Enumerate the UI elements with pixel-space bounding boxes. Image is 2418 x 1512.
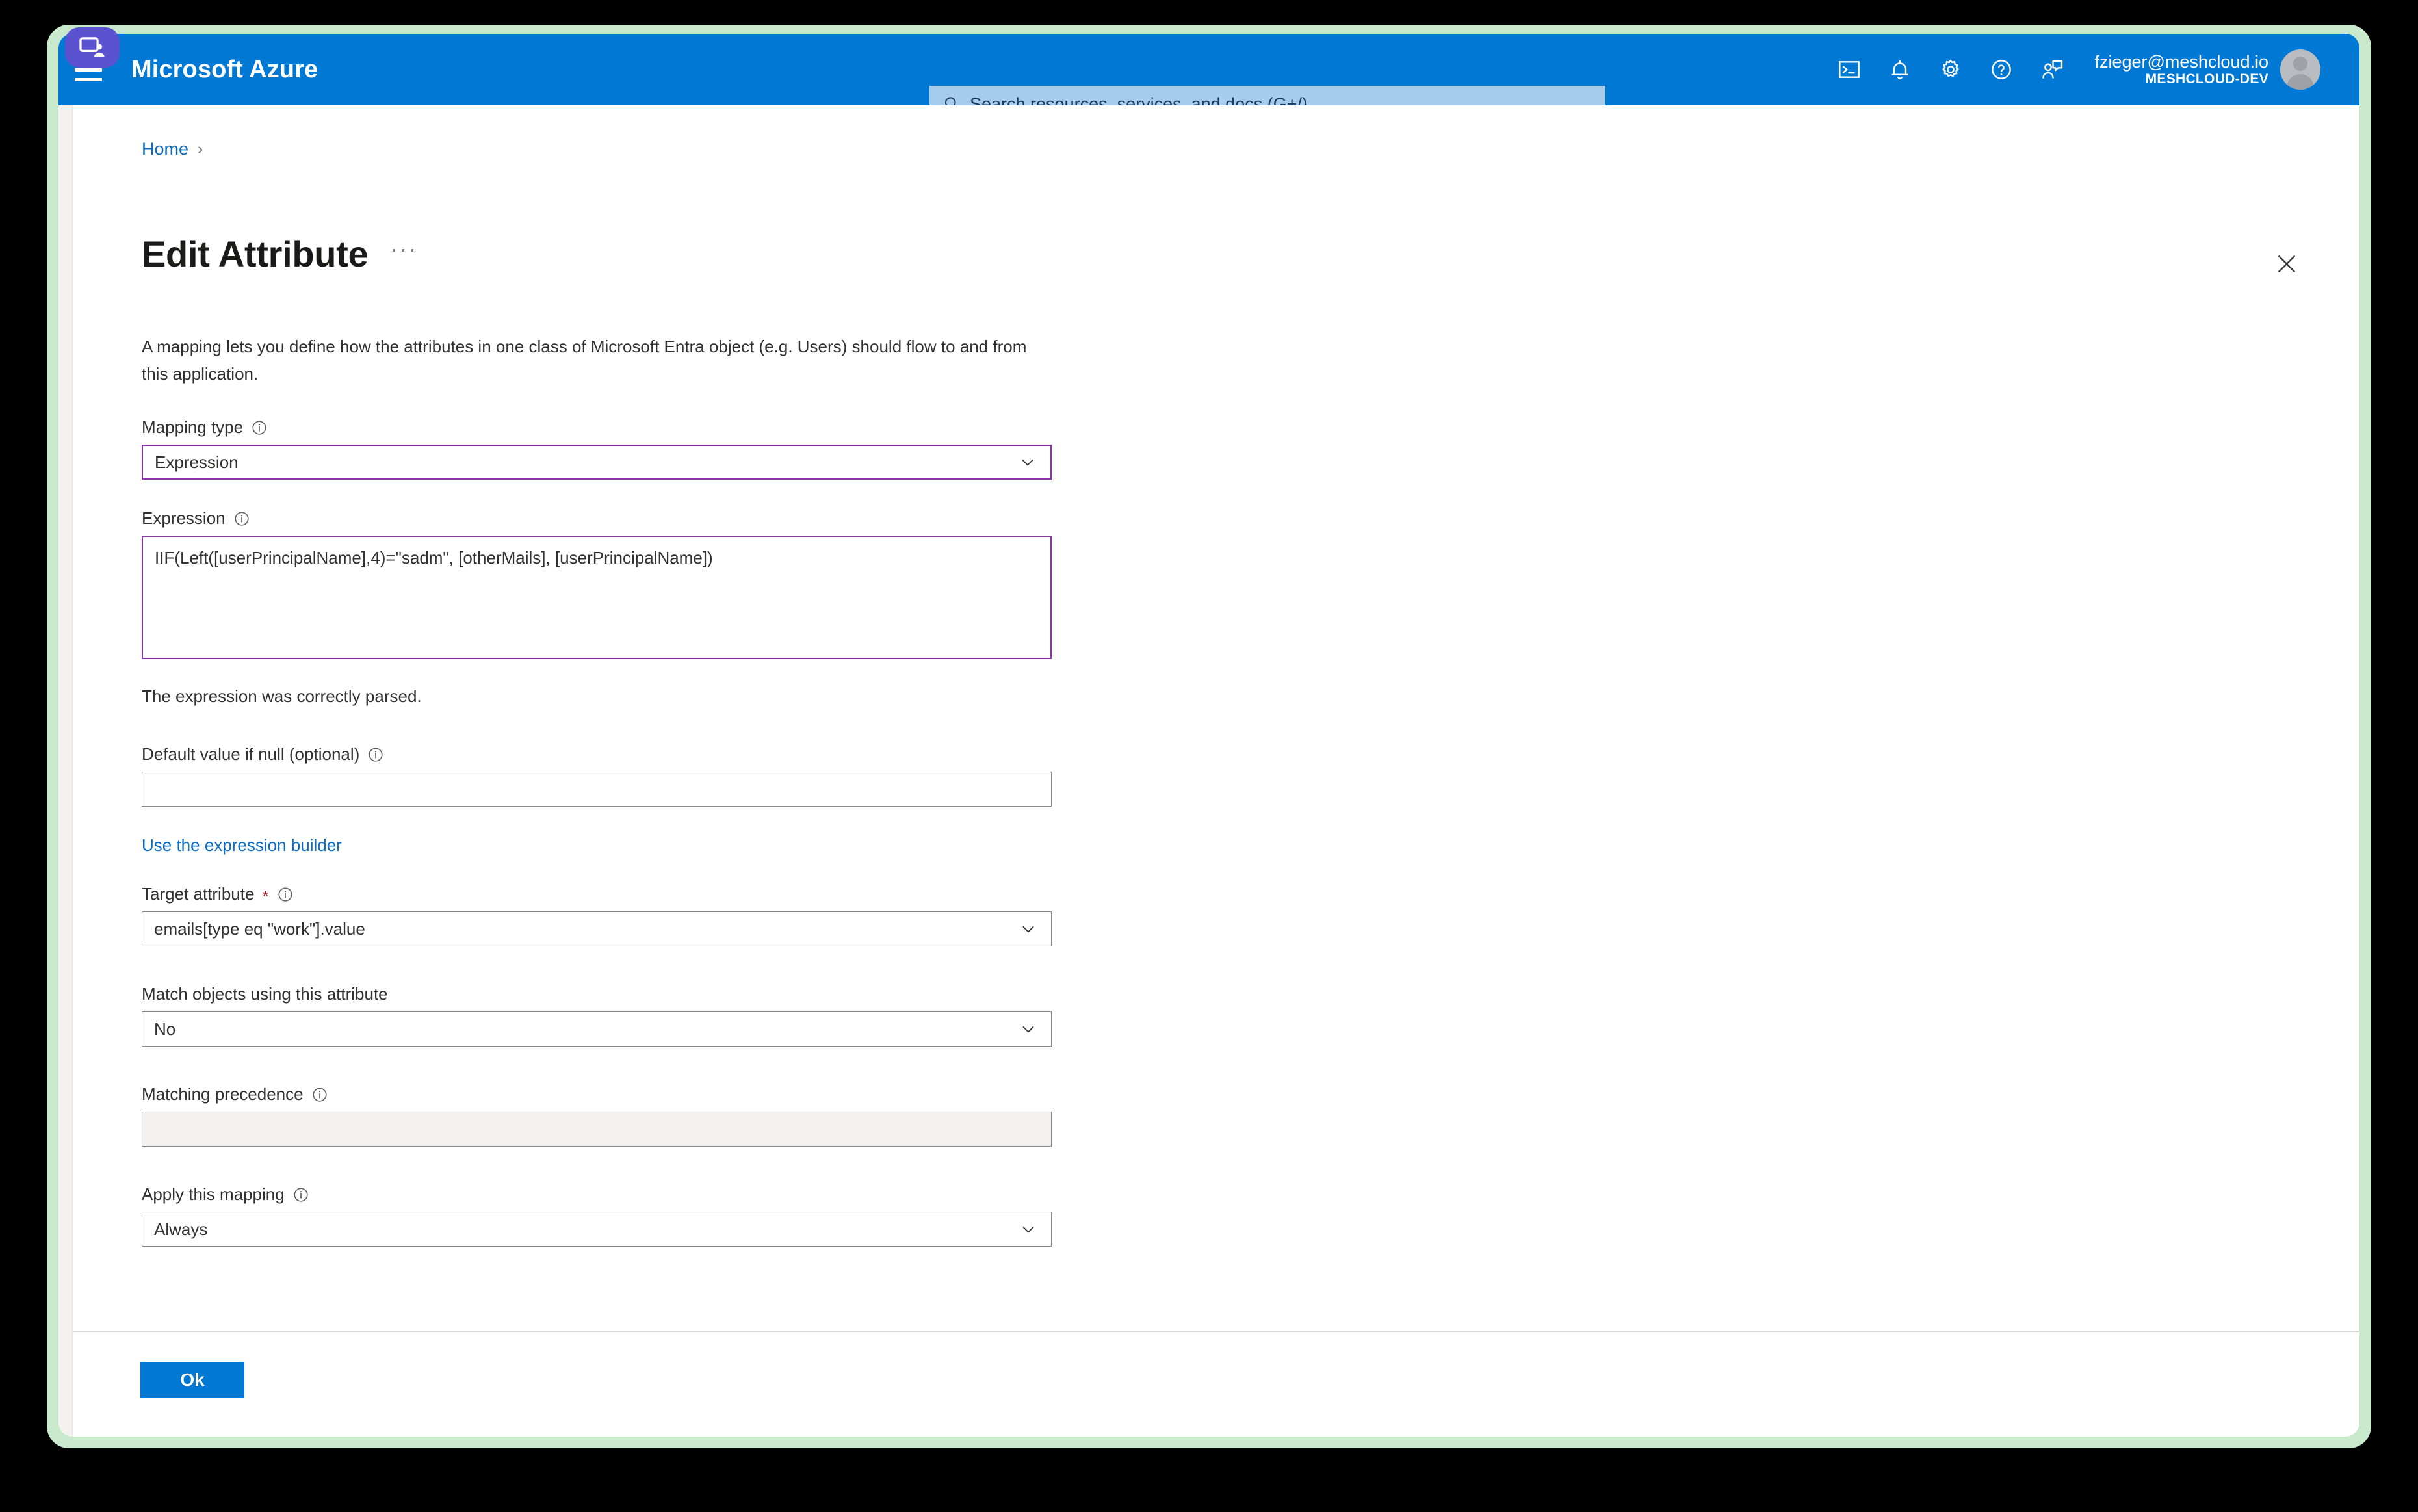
breadcrumb-separator: › [198, 140, 203, 159]
default-value-input[interactable] [142, 772, 1052, 807]
azure-brand-label[interactable]: Microsoft Azure [131, 56, 318, 84]
chevron-down-icon [1019, 919, 1038, 939]
azure-top-navigation-bar: Microsoft Azure Search resources, servic… [58, 34, 2360, 105]
help-question-icon[interactable] [1976, 34, 2027, 105]
breadcrumb: Home › [142, 139, 203, 159]
target-attribute-select[interactable]: emails[type eq "work"].value [142, 911, 1052, 946]
match-objects-value: No [154, 1019, 176, 1039]
settings-gear-icon[interactable] [1925, 34, 1976, 105]
matching-precedence-label-text: Matching precedence [142, 1084, 304, 1104]
screen-share-icon[interactable] [65, 27, 120, 68]
default-value-label-text: Default value if null (optional) [142, 744, 359, 764]
target-attribute-label-text: Target attribute [142, 884, 254, 904]
azure-portal-window: Microsoft Azure Search resources, servic… [58, 34, 2360, 1437]
edit-attribute-form: A mapping lets you define how the attrib… [142, 333, 1065, 1247]
account-email: fzieger@meshcloud.io [2094, 52, 2268, 72]
apply-mapping-value: Always [154, 1219, 207, 1240]
chevron-down-icon [1018, 452, 1037, 472]
match-objects-select[interactable]: No [142, 1011, 1052, 1047]
expression-parse-status: The expression was correctly parsed. [142, 686, 1065, 707]
matching-precedence-label: Matching precedence [142, 1084, 1065, 1104]
apply-mapping-label: Apply this mapping [142, 1184, 1065, 1205]
blade-title-row: Edit Attribute ··· [142, 233, 417, 275]
apply-mapping-select[interactable]: Always [142, 1212, 1052, 1247]
blade-footer: Ok [73, 1331, 2360, 1437]
more-actions-button[interactable]: ··· [390, 235, 417, 273]
mapping-type-label-text: Mapping type [142, 417, 243, 437]
edit-attribute-blade: Home › Edit Attribute ··· A mapping lets… [58, 105, 2360, 1437]
info-icon[interactable] [233, 510, 250, 527]
required-marker: * [262, 888, 268, 905]
expression-label-text: Expression [142, 508, 226, 528]
topbar-action-icons: fzieger@meshcloud.io MESHCLOUD-DEV [1824, 34, 2320, 105]
match-objects-label: Match objects using this attribute [142, 984, 1065, 1004]
avatar[interactable] [2280, 49, 2320, 90]
matching-precedence-input [142, 1112, 1052, 1147]
info-icon[interactable] [251, 419, 268, 436]
close-icon[interactable] [2266, 243, 2308, 285]
target-attribute-label: Target attribute * [142, 884, 1065, 904]
chevron-down-icon [1019, 1219, 1038, 1239]
ok-button[interactable]: Ok [140, 1362, 244, 1398]
expression-textarea[interactable]: IIF(Left([userPrincipalName],4)="sadm", … [142, 536, 1052, 659]
info-icon[interactable] [277, 886, 294, 903]
account-text: fzieger@meshcloud.io MESHCLOUD-DEV [2094, 52, 2268, 87]
account-tenant: MESHCLOUD-DEV [2094, 72, 2268, 87]
notifications-bell-icon[interactable] [1875, 34, 1925, 105]
info-icon[interactable] [367, 746, 384, 763]
cloud-shell-icon[interactable] [1824, 34, 1875, 105]
default-value-label: Default value if null (optional) [142, 744, 1065, 764]
feedback-icon[interactable] [2027, 34, 2077, 105]
mapping-type-select[interactable]: Expression [142, 445, 1052, 480]
blade-intro-description: A mapping lets you define how the attrib… [142, 333, 1035, 387]
info-icon[interactable] [292, 1186, 309, 1203]
target-attribute-value: emails[type eq "work"].value [154, 919, 365, 939]
mapping-type-value: Expression [155, 452, 239, 473]
match-objects-label-text: Match objects using this attribute [142, 984, 388, 1004]
info-icon[interactable] [311, 1086, 328, 1103]
expression-label: Expression [142, 508, 1065, 528]
chevron-down-icon [1019, 1019, 1038, 1039]
breadcrumb-item-home[interactable]: Home [142, 139, 188, 159]
blade-left-rail [58, 105, 73, 1437]
page-title: Edit Attribute [142, 233, 368, 275]
expression-builder-link[interactable]: Use the expression builder [142, 835, 342, 855]
apply-mapping-label-text: Apply this mapping [142, 1184, 285, 1205]
mapping-type-label: Mapping type [142, 417, 1065, 437]
account-menu[interactable]: fzieger@meshcloud.io MESHCLOUD-DEV [2077, 34, 2320, 105]
